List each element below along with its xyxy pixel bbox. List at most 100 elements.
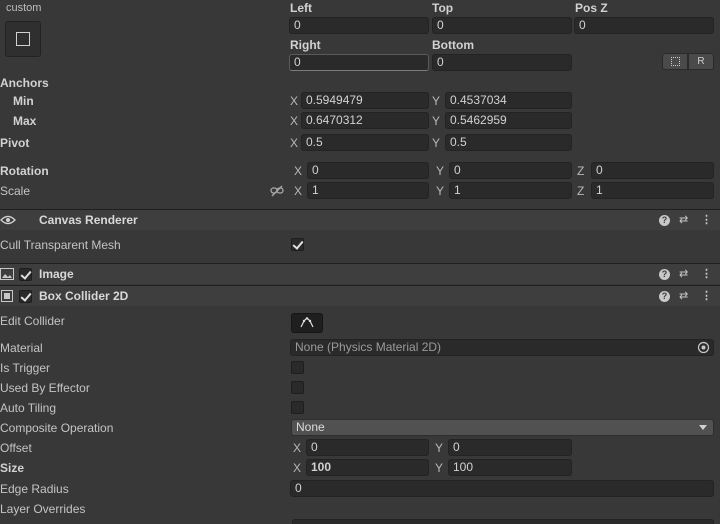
y-axis-label: Y xyxy=(436,164,445,178)
anchors-max-label: Max xyxy=(13,114,37,128)
box-collider-title: Box Collider 2D xyxy=(39,289,129,303)
kebab-menu-icon[interactable]: ⋮ xyxy=(701,213,712,227)
kebab-menu-icon[interactable]: ⋮ xyxy=(701,267,712,281)
anchors-foldout[interactable]: Anchors xyxy=(0,75,49,91)
image-title: Image xyxy=(39,267,74,281)
scale-y-field[interactable]: 1 xyxy=(449,182,572,199)
eye-icon xyxy=(0,214,16,226)
edit-collider-icon xyxy=(300,317,314,329)
dropdown-arrow-icon xyxy=(699,425,707,430)
anchor-preset-button[interactable] xyxy=(5,21,41,57)
pivot-y-field[interactable]: 0.5 xyxy=(445,134,572,151)
layer-overrides-field-edge xyxy=(292,519,714,524)
layer-overrides-foldout[interactable]: Layer Overrides xyxy=(0,501,85,517)
cull-transparent-mesh-checkbox[interactable] xyxy=(291,238,304,251)
top-field[interactable]: 0 xyxy=(432,17,572,34)
offset-y-field[interactable]: 0 xyxy=(448,439,572,456)
anchor-preset-label: custom xyxy=(6,2,42,14)
size-y-field[interactable]: 100 xyxy=(448,459,572,476)
size-label: Size xyxy=(0,461,25,475)
help-icon[interactable]: ? xyxy=(659,215,670,226)
used-by-effector-label: Used By Effector xyxy=(0,381,90,395)
bottom-label: Bottom xyxy=(432,38,474,52)
scale-x-field[interactable]: 1 xyxy=(307,182,429,199)
x-axis-label: X xyxy=(290,94,299,108)
image-header[interactable]: Image ? ⇄ ⋮ xyxy=(0,263,720,284)
right-label: Right xyxy=(290,38,321,52)
bottom-field[interactable]: 0 xyxy=(432,54,572,71)
left-label: Left xyxy=(290,1,312,15)
z-axis-label: Z xyxy=(577,164,585,178)
material-object-field[interactable]: None (Physics Material 2D) xyxy=(290,339,714,356)
auto-tiling-checkbox[interactable] xyxy=(291,401,304,414)
top-label: Top xyxy=(432,1,454,15)
x-axis-label: X xyxy=(294,164,303,178)
blueprint-icon xyxy=(671,57,680,66)
y-axis-label: Y xyxy=(432,114,441,128)
auto-tiling-label: Auto Tiling xyxy=(0,401,57,415)
object-picker-icon[interactable] xyxy=(697,341,710,354)
help-icon[interactable]: ? xyxy=(659,269,670,280)
material-value: None (Physics Material 2D) xyxy=(295,340,442,354)
is-trigger-label: Is Trigger xyxy=(0,361,51,375)
edge-radius-label: Edge Radius xyxy=(0,482,69,496)
anchors-max-x-field[interactable]: 0.6470312 xyxy=(301,112,429,129)
offset-label: Offset xyxy=(0,441,32,455)
z-axis-label: Z xyxy=(577,184,585,198)
box-collider-enabled-checkbox[interactable] xyxy=(19,290,32,303)
cull-transparent-mesh-label: Cull Transparent Mesh xyxy=(0,238,121,252)
edge-radius-field[interactable]: 0 xyxy=(290,480,714,497)
help-icon[interactable]: ? xyxy=(659,291,670,302)
scale-label: Scale xyxy=(0,184,31,198)
link-icon[interactable] xyxy=(270,184,284,198)
image-component-icon xyxy=(0,268,14,280)
y-axis-label: Y xyxy=(432,94,441,108)
is-trigger-checkbox[interactable] xyxy=(291,361,304,374)
posz-label: Pos Z xyxy=(575,1,608,15)
y-axis-label: Y xyxy=(432,136,441,150)
offset-x-field[interactable]: 0 xyxy=(306,439,429,456)
box-collider-icon xyxy=(1,290,13,302)
blueprint-mode-button[interactable] xyxy=(662,53,688,70)
rotation-z-field[interactable]: 0 xyxy=(591,162,714,179)
anchors-max-y-field[interactable]: 0.5462959 xyxy=(445,112,572,129)
rotation-x-field[interactable]: 0 xyxy=(307,162,429,179)
edit-collider-button[interactable] xyxy=(291,313,323,333)
rotation-y-field[interactable]: 0 xyxy=(449,162,572,179)
scale-z-field[interactable]: 1 xyxy=(591,182,714,199)
composite-operation-value: None xyxy=(296,420,325,434)
anchors-min-label: Min xyxy=(13,94,34,108)
preset-sliders-icon[interactable]: ⇄ xyxy=(679,213,688,227)
edit-collider-label: Edit Collider xyxy=(0,314,65,328)
y-axis-label: Y xyxy=(435,461,444,475)
left-field[interactable]: 0 xyxy=(289,17,429,34)
used-by-effector-checkbox[interactable] xyxy=(291,381,304,394)
pivot-label: Pivot xyxy=(0,136,30,150)
y-axis-label: Y xyxy=(435,441,444,455)
composite-operation-label: Composite Operation xyxy=(0,421,114,435)
anchor-preset-square-icon xyxy=(16,32,30,46)
x-axis-label: X xyxy=(290,114,299,128)
composite-operation-dropdown[interactable]: None xyxy=(291,419,714,436)
raw-edit-button[interactable]: R xyxy=(688,53,714,70)
x-axis-label: X xyxy=(290,136,299,150)
preset-sliders-icon[interactable]: ⇄ xyxy=(679,289,688,303)
x-axis-label: X xyxy=(293,461,302,475)
right-field[interactable]: 0 xyxy=(289,54,429,71)
anchors-min-y-field[interactable]: 0.4537034 xyxy=(445,92,572,109)
pivot-x-field[interactable]: 0.5 xyxy=(301,134,429,151)
box-collider-header[interactable]: Box Collider 2D ? ⇄ ⋮ xyxy=(0,285,720,306)
x-axis-label: X xyxy=(294,184,303,198)
canvas-renderer-title: Canvas Renderer xyxy=(39,213,138,227)
y-axis-label: Y xyxy=(436,184,445,198)
x-axis-label: X xyxy=(293,441,302,455)
canvas-renderer-header[interactable]: Canvas Renderer ? ⇄ ⋮ xyxy=(0,209,720,230)
anchors-min-x-field[interactable]: 0.5949479 xyxy=(301,92,429,109)
rotation-label: Rotation xyxy=(0,164,49,178)
image-enabled-checkbox[interactable] xyxy=(19,268,32,281)
material-label: Material xyxy=(0,341,43,355)
kebab-menu-icon[interactable]: ⋮ xyxy=(701,289,712,303)
preset-sliders-icon[interactable]: ⇄ xyxy=(679,267,688,281)
posz-field[interactable]: 0 xyxy=(574,17,714,34)
size-x-field[interactable]: 100 xyxy=(306,459,429,476)
